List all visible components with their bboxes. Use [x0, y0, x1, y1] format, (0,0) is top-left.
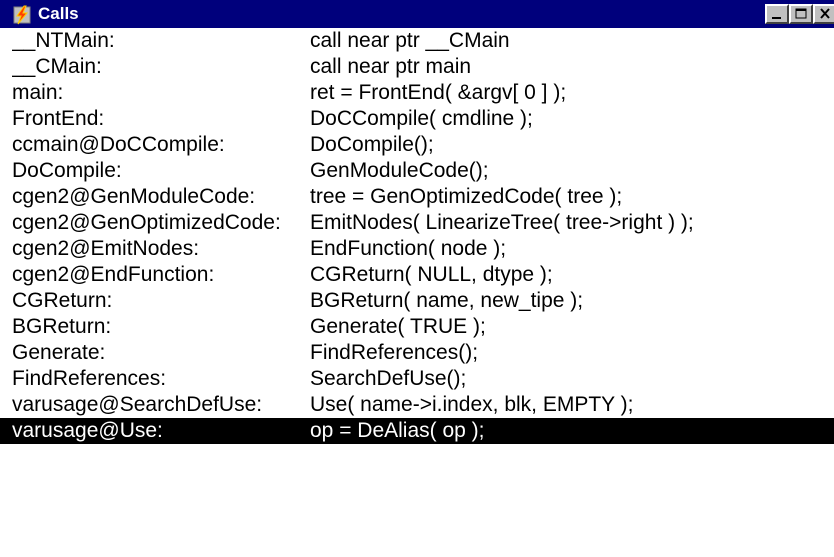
- call-function-name: BGReturn:: [12, 315, 112, 338]
- call-row[interactable]: varusage@Use: op = DeAlias( op );: [0, 418, 834, 444]
- call-statement: tree = GenOptimizedCode( tree );: [310, 185, 623, 208]
- call-statement: Generate( TRUE );: [310, 315, 486, 338]
- minimize-icon: [772, 17, 781, 19]
- call-row[interactable]: __CMain: call near ptr main: [0, 54, 834, 80]
- call-row[interactable]: FrontEnd: DoCCompile( cmdline );: [0, 106, 834, 132]
- call-row[interactable]: DoCompile: GenModuleCode();: [0, 158, 834, 184]
- call-row[interactable]: cgen2@EmitNodes: EndFunction( node );: [0, 236, 834, 262]
- call-function-name: ccmain@DoCCompile:: [12, 133, 225, 156]
- call-function-name: main:: [12, 81, 64, 104]
- call-function-name: cgen2@EmitNodes:: [12, 237, 200, 260]
- call-row[interactable]: cgen2@GenModuleCode: tree = GenOptimizedC…: [0, 184, 834, 210]
- call-statement: op = DeAlias( op );: [310, 419, 485, 442]
- close-button[interactable]: [813, 4, 834, 24]
- call-function-name: varusage@SearchDefUse:: [12, 393, 263, 416]
- maximize-icon: [795, 8, 807, 19]
- call-statement: DoCompile();: [310, 133, 434, 156]
- call-function-name: CGReturn:: [12, 289, 113, 312]
- call-row[interactable]: FindReferences: SearchDefUse();: [0, 366, 834, 392]
- call-function-name: __NTMain:: [12, 29, 115, 52]
- call-statement: call near ptr __CMain: [310, 29, 510, 52]
- call-function-name: cgen2@EndFunction:: [12, 263, 215, 286]
- call-row[interactable]: __NTMain: call near ptr __CMain: [0, 28, 834, 54]
- call-function-name: FindReferences:: [12, 367, 167, 390]
- call-function-name: __CMain:: [12, 55, 102, 78]
- call-function-name: cgen2@GenModuleCode:: [12, 185, 256, 208]
- title-bar[interactable]: Calls: [0, 0, 834, 28]
- calls-window: Calls __NTMain: call near ptr __CMain __CM…: [0, 0, 834, 557]
- lightning-bolt-icon: [13, 5, 31, 25]
- call-function-name: FrontEnd:: [12, 107, 105, 130]
- call-statement: GenModuleCode();: [310, 159, 489, 182]
- maximize-button[interactable]: [789, 4, 813, 24]
- call-row[interactable]: Generate: FindReferences();: [0, 340, 834, 366]
- call-row[interactable]: ccmain@DoCCompile: DoCompile();: [0, 132, 834, 158]
- close-icon: [820, 8, 830, 19]
- call-statement: call near ptr main: [310, 55, 472, 78]
- call-statement: FindReferences();: [310, 341, 479, 364]
- call-statement: SearchDefUse();: [310, 367, 467, 390]
- call-row[interactable]: main: ret = FrontEnd( &argv[ 0 ] );: [0, 80, 834, 106]
- call-statement: Use( name->i.index, blk, EMPTY );: [310, 393, 634, 416]
- call-statement: EmitNodes( LinearizeTree( tree->right ) …: [310, 211, 694, 234]
- call-stack-list[interactable]: __NTMain: call near ptr __CMain __CMain: ca…: [0, 28, 834, 557]
- call-row[interactable]: BGReturn: Generate( TRUE );: [0, 314, 834, 340]
- call-statement: BGReturn( name, new_tipe );: [310, 289, 584, 312]
- call-function-name: varusage@Use:: [12, 419, 163, 442]
- call-row[interactable]: varusage@SearchDefUse: Use( name->i.index…: [0, 392, 834, 418]
- call-function-name: Generate:: [12, 341, 106, 364]
- call-statement: CGReturn( NULL, dtype );: [310, 263, 553, 286]
- call-function-name: cgen2@GenOptimizedCode:: [12, 211, 281, 234]
- call-statement: DoCCompile( cmdline );: [310, 107, 533, 130]
- call-row[interactable]: cgen2@GenOptimizedCode: EmitNodes( Linear…: [0, 210, 834, 236]
- call-statement: ret = FrontEnd( &argv[ 0 ] );: [310, 81, 567, 104]
- window-title: Calls: [38, 4, 79, 23]
- call-row[interactable]: CGReturn: BGReturn( name, new_tipe );: [0, 288, 834, 314]
- call-row[interactable]: cgen2@EndFunction: CGReturn( NULL, dtype …: [0, 262, 834, 288]
- call-statement: EndFunction( node );: [310, 237, 507, 260]
- minimize-button[interactable]: [765, 4, 789, 24]
- call-function-name: DoCompile:: [12, 159, 122, 182]
